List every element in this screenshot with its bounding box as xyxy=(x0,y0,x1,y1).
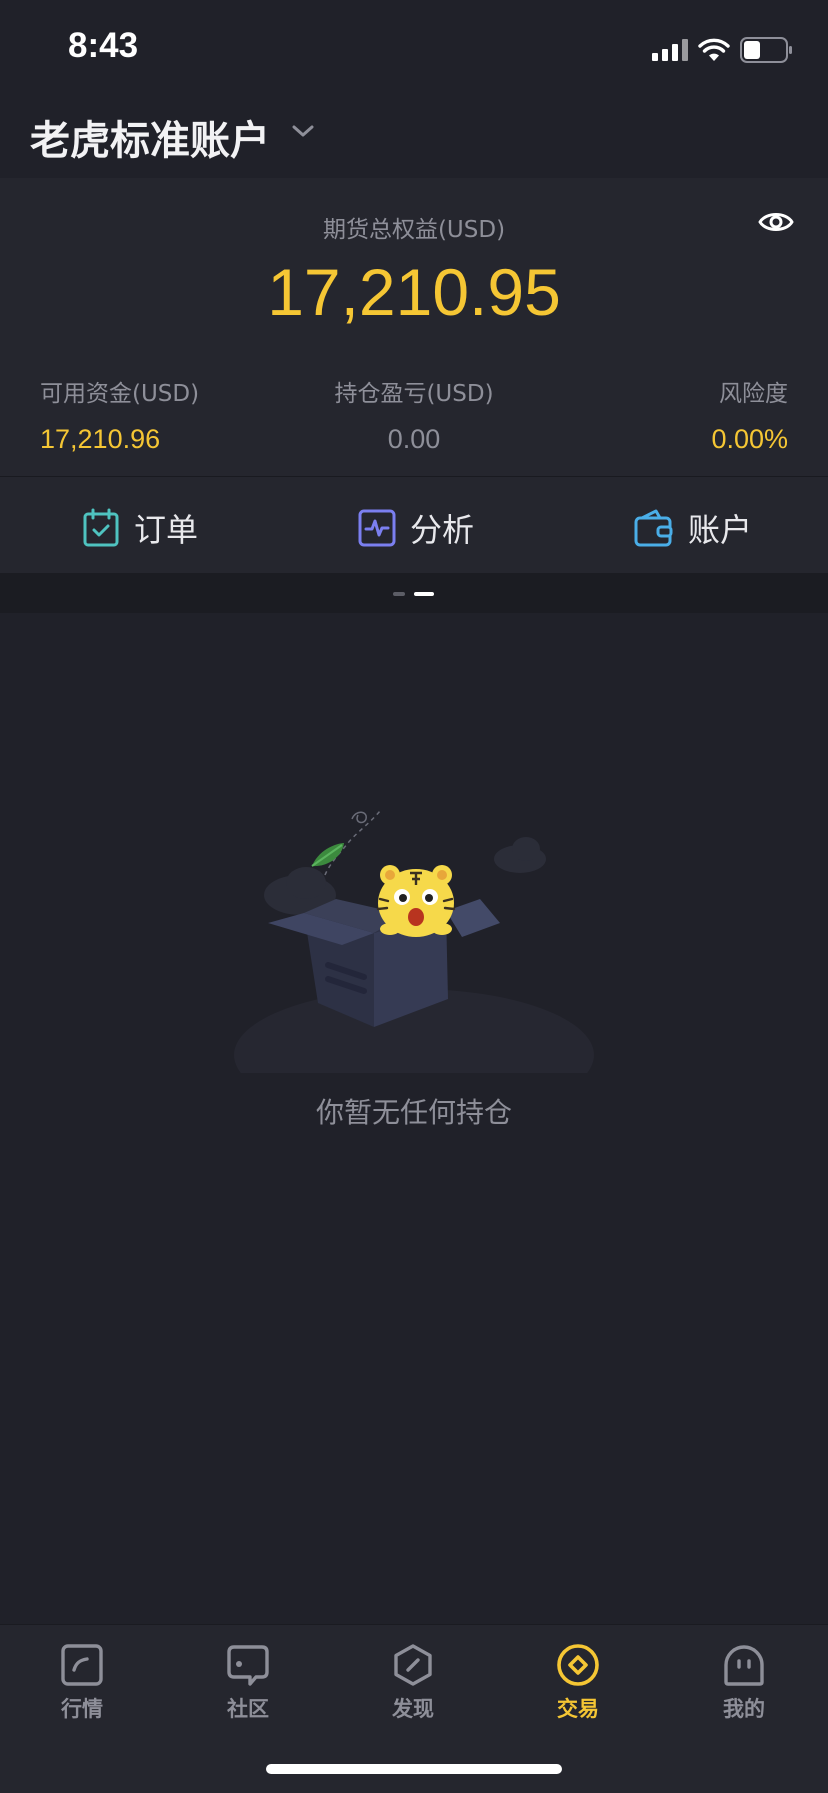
position-pnl: 持仓盈亏(USD) 0.00 xyxy=(0,374,828,455)
wifi-icon xyxy=(698,38,730,62)
status-icons xyxy=(652,36,794,64)
tab-community[interactable]: 社区 xyxy=(188,1643,308,1723)
account-button[interactable]: 账户 xyxy=(634,505,752,551)
discover-icon xyxy=(394,1644,432,1686)
tab-label: 社区 xyxy=(227,1697,269,1721)
trade-icon xyxy=(557,1644,599,1686)
empty-message: 你暂无任何持仓 xyxy=(315,1096,512,1129)
account-header[interactable]: 老虎标准账户 xyxy=(0,96,828,178)
calendar-check-icon xyxy=(83,508,119,547)
profile-icon xyxy=(724,1645,764,1686)
total-equity-value: 17,210.95 xyxy=(267,255,561,329)
chevron-down-icon[interactable] xyxy=(290,122,316,144)
action-row: 订单 分析 账户 xyxy=(0,476,828,574)
page-indicator xyxy=(0,573,828,613)
tab-trade[interactable]: 交易 xyxy=(518,1643,638,1723)
action-label: 订单 xyxy=(134,511,199,549)
account-name[interactable]: 老虎标准账户 xyxy=(30,108,270,166)
positions-empty-state: 你暂无任何持仓 xyxy=(0,613,828,1623)
orders-button[interactable]: 订单 xyxy=(82,505,198,551)
tiger-box-illustration xyxy=(234,810,594,1073)
tab-label: 交易 xyxy=(557,1697,599,1721)
metric-label: 持仓盈亏(USD) xyxy=(334,381,494,407)
cellular-signal-icon xyxy=(652,39,688,61)
tab-label: 我的 xyxy=(723,1697,765,1721)
market-icon xyxy=(61,1644,103,1686)
total-equity-label: 期货总权益(USD) xyxy=(322,217,506,243)
eye-icon[interactable] xyxy=(758,208,794,240)
tab-discover[interactable]: 发现 xyxy=(353,1643,473,1723)
risk-level: 风险度 0.00% xyxy=(711,374,788,455)
tab-label: 行情 xyxy=(61,1697,103,1721)
metric-value: 0.00 xyxy=(387,424,441,454)
equity-summary: 期货总权益(USD) 17,210.95 可用资金(USD) 17,210.96… xyxy=(0,178,828,476)
analysis-button[interactable]: 分析 xyxy=(358,505,474,551)
page-dot-active[interactable] xyxy=(414,592,434,596)
battery-icon xyxy=(740,37,794,63)
status-time: 8:43 xyxy=(68,26,139,65)
metric-label: 风险度 xyxy=(719,381,788,407)
tab-market[interactable]: 行情 xyxy=(22,1643,142,1723)
home-indicator[interactable] xyxy=(266,1764,562,1774)
wallet-icon xyxy=(634,509,673,547)
tab-label: 发现 xyxy=(392,1697,434,1721)
community-icon xyxy=(227,1645,269,1686)
action-label: 分析 xyxy=(410,511,475,549)
page-dot[interactable] xyxy=(393,592,405,596)
tab-profile[interactable]: 我的 xyxy=(684,1643,804,1723)
pulse-chart-icon xyxy=(358,509,396,547)
action-label: 账户 xyxy=(688,511,753,549)
status-bar: 8:43 xyxy=(0,0,828,96)
metric-value: 0.00% xyxy=(711,424,788,454)
